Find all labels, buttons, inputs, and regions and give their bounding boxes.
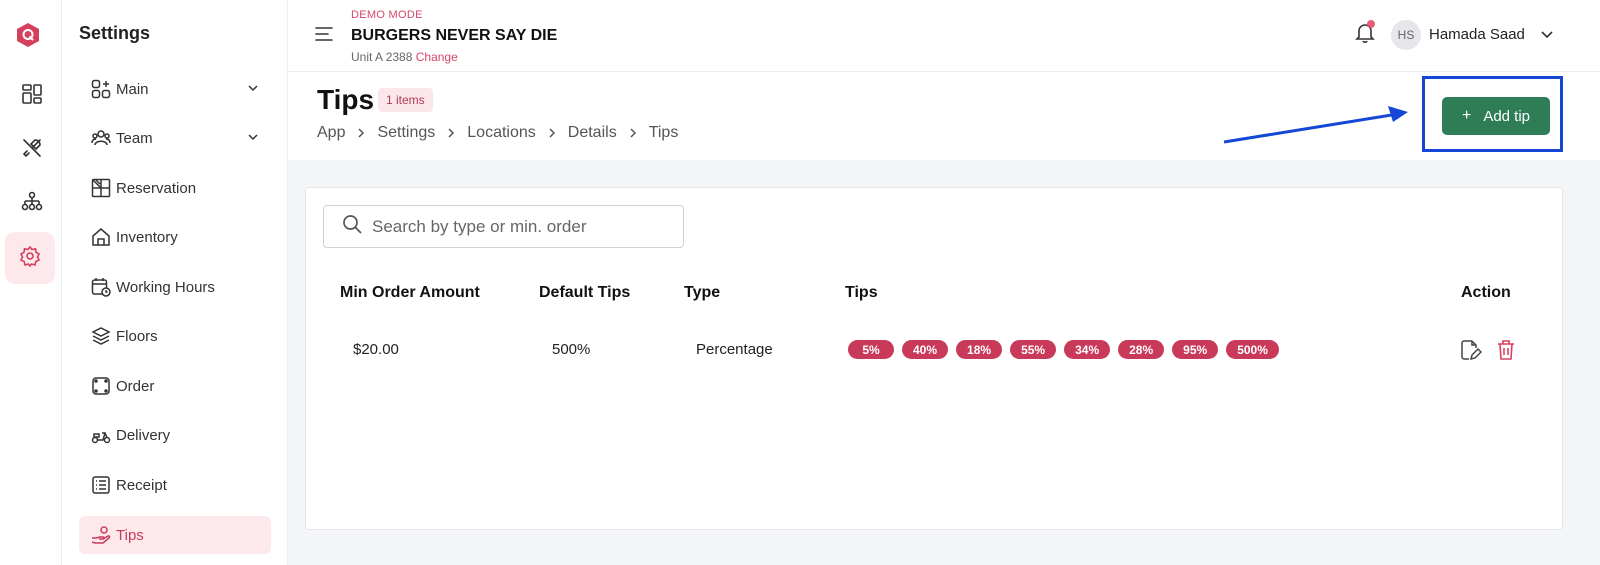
chevron-down-icon[interactable]: [1540, 28, 1554, 46]
page-header: Tips 1 items App Settings Locations Deta…: [288, 72, 1600, 160]
sidebar-item-delivery[interactable]: Delivery: [79, 416, 271, 454]
sidebar-item-label: Delivery: [116, 426, 171, 444]
sidebar-item-label: Tips: [116, 526, 144, 544]
column-header-min-order[interactable]: Min Order Amount: [340, 284, 480, 302]
cell-min-order: $20.00: [353, 341, 399, 358]
tip-chip: 18%: [956, 340, 1003, 359]
tip-chip: 500%: [1226, 340, 1279, 359]
layers-icon: [90, 325, 112, 347]
tip-chip: 34%: [1064, 340, 1111, 359]
plus-icon: +: [1461, 107, 1472, 124]
breadcrumb-settings[interactable]: Settings: [377, 124, 435, 142]
chevron-down-icon[interactable]: [247, 130, 259, 148]
breadcrumb-app[interactable]: App: [317, 124, 345, 142]
breadcrumb-details[interactable]: Details: [568, 124, 617, 142]
sidebar-item-label: Inventory: [116, 228, 178, 246]
hand-coin-icon: [90, 524, 112, 546]
chevron-right-icon: [548, 127, 556, 139]
sidebar-item-label: Receipt: [116, 476, 167, 494]
hierarchy-icon: [21, 191, 43, 218]
utensils-icon: [21, 137, 43, 164]
search-icon: [342, 214, 362, 239]
breadcrumb-current: Tips: [648, 124, 679, 141]
annotation-arrow: [1223, 106, 1408, 144]
page-title: Tips: [317, 84, 375, 115]
order-frame-icon: [90, 375, 112, 397]
home-icon: [90, 226, 112, 248]
tip-chip: 5%: [848, 340, 894, 359]
sidebar-item-label: Floors: [116, 327, 158, 345]
breadcrumb-locations[interactable]: Locations: [467, 124, 536, 142]
team-icon: [90, 127, 112, 149]
chevron-right-icon: [447, 127, 455, 139]
add-tip-label: Add tip: [1483, 107, 1531, 125]
tips-card: Min Order Amount Default Tips Type Tips …: [305, 187, 1563, 530]
search-input[interactable]: [372, 216, 672, 237]
demo-mode-label: DEMO MODE: [351, 9, 423, 21]
trash-icon[interactable]: [1496, 339, 1516, 366]
calendar-clock-icon: [90, 276, 112, 298]
edit-icon[interactable]: [1460, 339, 1483, 366]
column-header-default-tips[interactable]: Default Tips: [539, 284, 630, 302]
cell-type: Percentage: [696, 341, 773, 358]
sidebar-item-label: Working Hours: [116, 278, 215, 296]
sidebar-item-label: Main: [116, 80, 149, 98]
sidebar-item-team[interactable]: Team: [79, 119, 271, 157]
column-header-tips[interactable]: Tips: [845, 284, 878, 302]
tip-chip: 95%: [1172, 340, 1219, 359]
gear-icon: [19, 245, 41, 272]
column-header-type[interactable]: Type: [684, 284, 720, 302]
scooter-icon: [90, 424, 112, 446]
app-logo-icon[interactable]: [16, 22, 40, 48]
change-unit-link[interactable]: Change: [416, 50, 458, 64]
rail-settings-button[interactable]: [5, 232, 55, 284]
notification-dot: [1367, 20, 1375, 28]
tip-chip: 40%: [902, 340, 949, 359]
avatar[interactable]: HS: [1391, 20, 1421, 50]
top-bar: DEMO MODE BURGERS NEVER SAY DIE Unit A 2…: [288, 0, 1600, 72]
rail-organization-button[interactable]: [10, 182, 54, 226]
chevron-right-icon: [629, 127, 637, 139]
sidebar-item-label: Order: [116, 377, 155, 395]
sidebar-item-reservation[interactable]: Reservation: [79, 169, 271, 207]
add-tip-button[interactable]: + Add tip: [1442, 97, 1550, 135]
unit-label: Unit A 2388: [351, 50, 413, 64]
chevron-down-icon[interactable]: [247, 81, 259, 99]
tips-chip-list: 5% 40% 18% 55% 34% 28% 95% 500%: [848, 340, 1279, 359]
sidebar-item-main[interactable]: Main: [79, 70, 271, 108]
icon-rail: [0, 0, 62, 565]
sidebar-item-working-hours[interactable]: Working Hours: [79, 268, 271, 306]
user-name[interactable]: Hamada Saad: [1429, 26, 1525, 43]
rail-dashboard-button[interactable]: [10, 74, 54, 118]
search-box[interactable]: [323, 205, 684, 248]
breadcrumb: App Settings Locations Details Tips: [317, 124, 678, 142]
tip-chip: 55%: [1010, 340, 1057, 359]
sidebar-item-label: Team: [116, 129, 153, 147]
tip-chip: 28%: [1118, 340, 1165, 359]
sidebar-item-receipt[interactable]: Receipt: [79, 466, 271, 504]
main-content: Tips 1 items App Settings Locations Deta…: [288, 72, 1600, 565]
sidebar-item-inventory[interactable]: Inventory: [79, 218, 271, 256]
sidebar-item-floors[interactable]: Floors: [79, 317, 271, 355]
sidebar-item-order[interactable]: Order: [79, 367, 271, 405]
apps-add-icon: [90, 78, 112, 100]
sidebar-title: Settings: [79, 23, 151, 43]
item-count-badge: 1 items: [378, 88, 433, 112]
restaurant-name: BURGERS NEVER SAY DIE: [351, 27, 558, 44]
receipt-list-icon: [90, 474, 112, 496]
hamburger-menu-icon[interactable]: [314, 25, 334, 48]
sidebar-item-tips[interactable]: Tips: [79, 516, 271, 554]
cell-default-tips: 500%: [552, 341, 591, 358]
rail-menu-button[interactable]: [10, 128, 54, 172]
settings-sidebar: Settings Main Team Reservation Inventory: [62, 0, 288, 565]
dashboard-icon: [21, 83, 43, 110]
chevron-right-icon: [357, 127, 365, 139]
sidebar-item-label: Reservation: [116, 179, 197, 197]
column-header-action: Action: [1461, 284, 1511, 301]
table-layout-icon: [90, 177, 112, 199]
unit-info: Unit A 2388 Change: [351, 50, 458, 64]
